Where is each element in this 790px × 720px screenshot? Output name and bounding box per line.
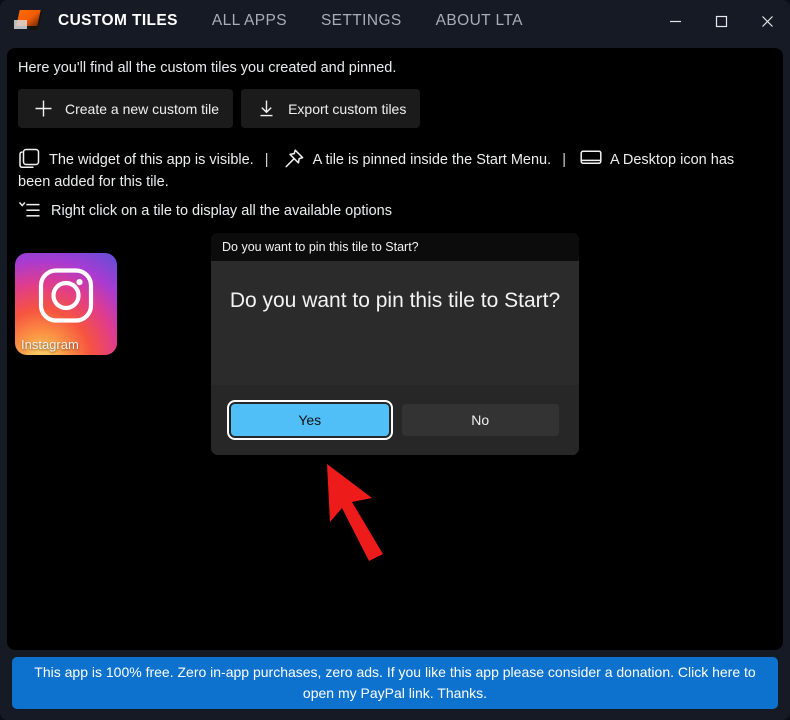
content-panel: Here you'll find all the custom tiles yo…	[7, 48, 783, 650]
legend-row: The widget of this app is visible. | A t…	[18, 148, 770, 193]
tile-instagram-label: Instagram	[21, 337, 79, 352]
tab-custom-tiles[interactable]: CUSTOM TILES	[56, 12, 180, 30]
export-custom-tiles-label: Export custom tiles	[288, 100, 407, 117]
download-icon	[255, 98, 277, 120]
dialog-title: Do you want to pin this tile to Start?	[222, 240, 419, 254]
dialog-message: Do you want to pin this tile to Start?	[229, 289, 561, 312]
dialog-titlebar: Do you want to pin this tile to Start?	[211, 233, 579, 261]
maximize-icon[interactable]	[698, 0, 744, 42]
minimize-icon[interactable]	[652, 0, 698, 42]
hint-row: Right click on a tile to display all the…	[18, 200, 392, 221]
dialog-no-button[interactable]: No	[401, 404, 559, 436]
legend-widget: The widget of this app is visible.	[18, 148, 258, 169]
instagram-icon	[37, 266, 95, 329]
tab-all-apps[interactable]: ALL APPS	[210, 12, 289, 30]
context-menu-icon	[18, 200, 42, 221]
legend-pin-label: A tile is pinned inside the Start Menu.	[312, 152, 552, 168]
desktop-icon	[579, 148, 603, 169]
widget-icon	[18, 148, 42, 169]
tab-about-lta[interactable]: ABOUT LTA	[434, 12, 525, 30]
tab-settings[interactable]: SETTINGS	[319, 12, 404, 30]
hint-label: Right click on a tile to display all the…	[51, 202, 392, 219]
intro-text: Here you'll find all the custom tiles yo…	[18, 60, 397, 76]
donation-banner-text: This app is 100% free. Zero in-app purch…	[34, 664, 756, 701]
app-window: CUSTOM TILES ALL APPS SETTINGS ABOUT LTA…	[0, 0, 790, 720]
arrow-pointer-annotation	[325, 462, 420, 562]
pin-to-start-dialog: Do you want to pin this tile to Start? D…	[211, 233, 579, 455]
app-logo-icon	[14, 9, 44, 33]
tile-instagram[interactable]: Instagram	[15, 253, 117, 355]
legend-separator-2: |	[562, 152, 566, 168]
create-custom-tile-label: Create a new custom tile	[65, 100, 220, 117]
export-custom-tiles-button[interactable]: Export custom tiles	[241, 89, 421, 128]
legend-widget-label: The widget of this app is visible.	[49, 152, 254, 168]
dialog-button-row: Yes No	[211, 385, 579, 455]
window-caption-buttons	[652, 0, 790, 42]
close-icon[interactable]	[744, 0, 790, 42]
toolbar: Create a new custom tile Export custom t…	[18, 89, 421, 128]
dialog-body: Do you want to pin this tile to Start?	[211, 261, 579, 385]
pin-icon	[282, 148, 306, 169]
title-bar: CUSTOM TILES ALL APPS SETTINGS ABOUT LTA	[0, 0, 790, 42]
legend-pin: A tile is pinned inside the Start Menu.	[282, 149, 556, 168]
legend-separator-1: |	[264, 152, 269, 168]
plus-icon	[32, 98, 54, 120]
dialog-yes-button[interactable]: Yes	[227, 400, 393, 440]
donation-banner[interactable]: This app is 100% free. Zero in-app purch…	[12, 657, 778, 709]
create-custom-tile-button[interactable]: Create a new custom tile	[18, 89, 234, 128]
